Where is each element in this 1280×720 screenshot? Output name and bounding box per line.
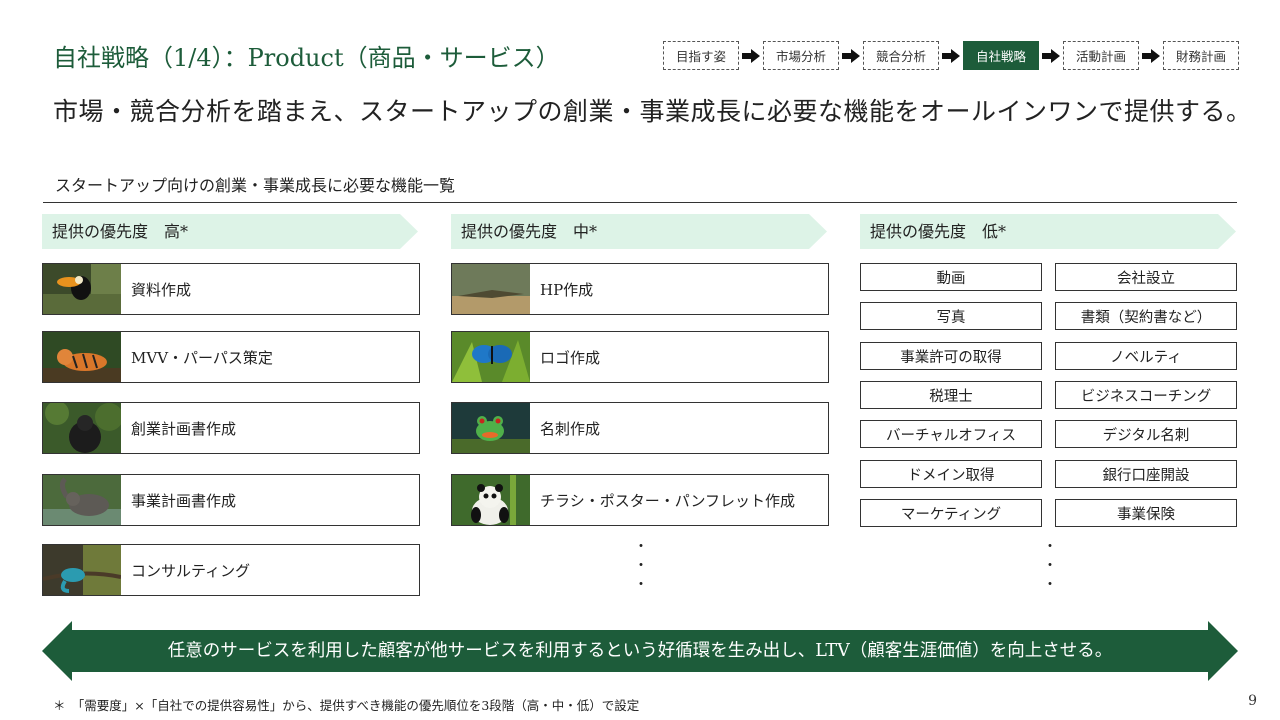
priority-band-label: 提供の優先度 低* (870, 222, 1007, 241)
chameleon-photo-icon (43, 545, 121, 595)
tiger-photo-icon (43, 332, 121, 382)
service-card-business-card[interactable]: 名刺作成 (451, 402, 829, 454)
step-goal[interactable]: 目指す姿 (663, 41, 739, 70)
service-card-label: チラシ・ポスター・パンフレット作成 (540, 491, 796, 510)
priority-band-low: 提供の優先度 低* (860, 214, 1236, 249)
frog-photo-icon (452, 403, 530, 453)
divider (43, 202, 1237, 203)
more-ellipsis: ・・・ (634, 539, 648, 593)
crocodile-photo-icon (452, 264, 530, 314)
right-arrow-icon (1139, 48, 1163, 63)
service-tag[interactable]: デジタル名刺 (1055, 420, 1237, 448)
service-tag[interactable]: 書類（契約書など） (1055, 302, 1237, 330)
service-card-label: MVV・パーパス策定 (131, 348, 273, 367)
page-number: 9 (1248, 693, 1257, 709)
service-card-label: 創業計画書作成 (131, 419, 237, 438)
service-tag[interactable]: 銀行口座開設 (1055, 460, 1237, 488)
service-tag[interactable]: 動画 (860, 263, 1042, 291)
service-tag[interactable]: ビジネスコーチング (1055, 381, 1237, 409)
service-tag[interactable]: マーケティング (860, 499, 1042, 527)
step-financial-plan[interactable]: 財務計画 (1163, 41, 1239, 70)
right-arrow-icon (1039, 48, 1063, 63)
panda-photo-icon (452, 475, 530, 525)
more-ellipsis: ・・・ (1043, 539, 1057, 593)
service-card-label: HP作成 (540, 280, 594, 299)
service-card-label: コンサルティング (131, 561, 251, 580)
priority-band-high: 提供の優先度 高* (42, 214, 418, 249)
toucan-photo-icon (43, 264, 121, 314)
step-market-analysis[interactable]: 市場分析 (763, 41, 839, 70)
service-card-label: 資料作成 (131, 280, 192, 299)
priority-band-label: 提供の優先度 高* (52, 222, 189, 241)
service-tag[interactable]: 写真 (860, 302, 1042, 330)
service-tag[interactable]: 事業保険 (1055, 499, 1237, 527)
right-arrow-icon (739, 48, 763, 63)
process-steps: 目指す姿 市場分析 競合分析 自社戦略 活動計画 財務計画 (663, 40, 1239, 71)
service-tag[interactable]: 税理士 (860, 381, 1042, 409)
elephant-photo-icon (43, 475, 121, 525)
right-arrow-icon (939, 48, 963, 63)
service-card-label: 名刺作成 (540, 419, 601, 438)
service-tag[interactable]: ノベルティ (1055, 342, 1237, 370)
service-card-founding-plan[interactable]: 創業計画書作成 (42, 402, 420, 454)
headline: 市場・競合分析を踏まえ、スタートアップの創業・事業成長に必要な機能をオールインワ… (53, 97, 1252, 126)
butterfly-photo-icon (452, 332, 530, 382)
service-tag[interactable]: バーチャルオフィス (860, 420, 1042, 448)
service-card-flyer[interactable]: チラシ・ポスター・パンフレット作成 (451, 474, 829, 526)
step-own-strategy[interactable]: 自社戦略 (963, 41, 1039, 70)
service-tag[interactable]: ドメイン取得 (860, 460, 1042, 488)
service-card-business-plan[interactable]: 事業計画書作成 (42, 474, 420, 526)
service-tag[interactable]: 会社設立 (1055, 263, 1237, 291)
service-card-mvv[interactable]: MVV・パーパス策定 (42, 331, 420, 383)
right-arrow-icon (839, 48, 863, 63)
priority-band-mid: 提供の優先度 中* (451, 214, 827, 249)
section-subheading: スタートアップ向けの創業・事業成長に必要な機能一覧 (55, 176, 456, 195)
step-action-plan[interactable]: 活動計画 (1063, 41, 1139, 70)
service-card-consulting[interactable]: コンサルティング (42, 544, 420, 596)
service-tag[interactable]: 事業許可の取得 (860, 342, 1042, 370)
service-card-logo[interactable]: ロゴ作成 (451, 331, 829, 383)
service-card-label: 事業計画書作成 (131, 491, 237, 510)
banner-text: 任意のサービスを利用した顧客が他サービスを利用するという好循環を生み出し、LTV… (167, 641, 1113, 661)
service-card-website[interactable]: HP作成 (451, 263, 829, 315)
service-card-label: ロゴ作成 (540, 348, 601, 367)
gorilla-photo-icon (43, 403, 121, 453)
priority-band-label: 提供の優先度 中* (461, 222, 598, 241)
page-title: 自社戦略（1/4）：Product（商品・サービス） (53, 44, 560, 72)
footnote: ＊ 「需要度」×「自社での提供容易性」から、提供すべき機能の優先順位を3段階（高… (53, 698, 640, 713)
step-competitor-analysis[interactable]: 競合分析 (863, 41, 939, 70)
service-card-document[interactable]: 資料作成 (42, 263, 420, 315)
